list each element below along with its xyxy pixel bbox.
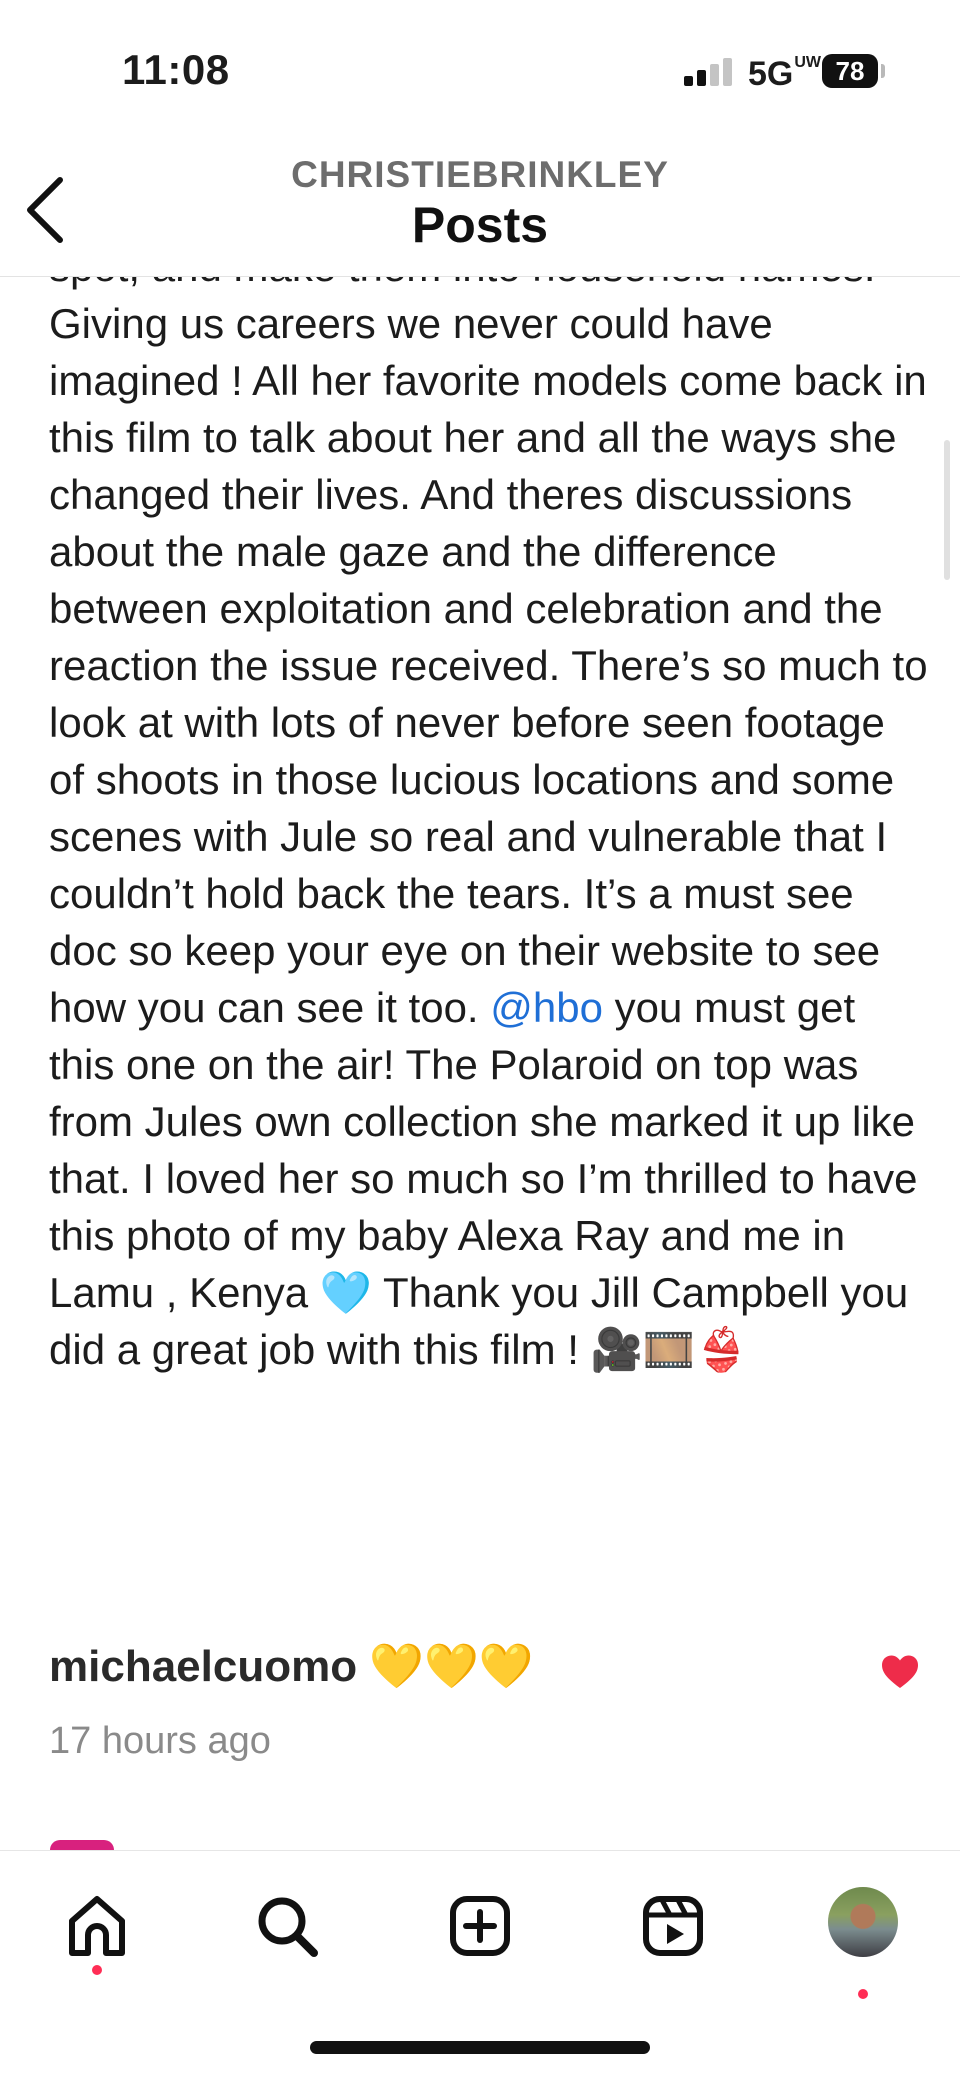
post-caption-area[interactable]: spot, and make them into household names… [0,276,960,1850]
comment-username[interactable]: michaelcuomo [49,1642,357,1691]
search-icon [258,1897,318,1957]
comment-row: michaelcuomo 💛💛💛 [49,1640,909,1692]
like-heart-icon[interactable] [880,1654,920,1690]
status-time: 11:08 [122,46,230,93]
posts-header: CHRISTIEBRINKLEY Posts [0,140,960,277]
page-title: Posts [411,197,549,253]
home-icon [69,1896,125,1956]
comment-text: 💛💛💛 [357,1642,534,1691]
battery-tip [881,64,885,78]
reels-icon [643,1896,703,1956]
cellular-signal-icon [684,56,734,86]
caption-text-continued: you must get this one on the air! The Po… [49,984,918,1373]
caption-text: spot, and make them into household names… [49,276,928,1031]
scrollbar-thumb[interactable] [944,440,950,580]
battery-icon: 78 [822,54,878,88]
tab-reels[interactable] [628,1881,718,1971]
next-comment-avatar [50,1840,114,1850]
profile-avatar[interactable] [828,1887,898,1957]
profile-username[interactable]: CHRISTIEBRINKLEY [0,154,960,196]
comment-timestamp: 17 hours ago [49,1720,271,1762]
tab-create[interactable] [435,1881,525,1971]
network-type: 5GUW [748,54,821,94]
tab-home[interactable] [52,1881,142,1975]
home-indicator[interactable] [310,2041,650,2054]
network-label: 5G [748,55,794,93]
mention-link[interactable]: @hbo [490,984,603,1031]
network-superscript: UW [794,54,822,71]
home-notification-dot [92,1965,102,1975]
create-icon [450,1896,510,1956]
status-bar: 11:08 5GUW 78 [0,0,960,140]
profile-notification-dot [858,1989,868,1999]
post-caption: spot, and make them into household names… [49,276,929,1378]
battery-level: 78 [835,56,865,86]
tab-search[interactable] [242,1881,332,1971]
